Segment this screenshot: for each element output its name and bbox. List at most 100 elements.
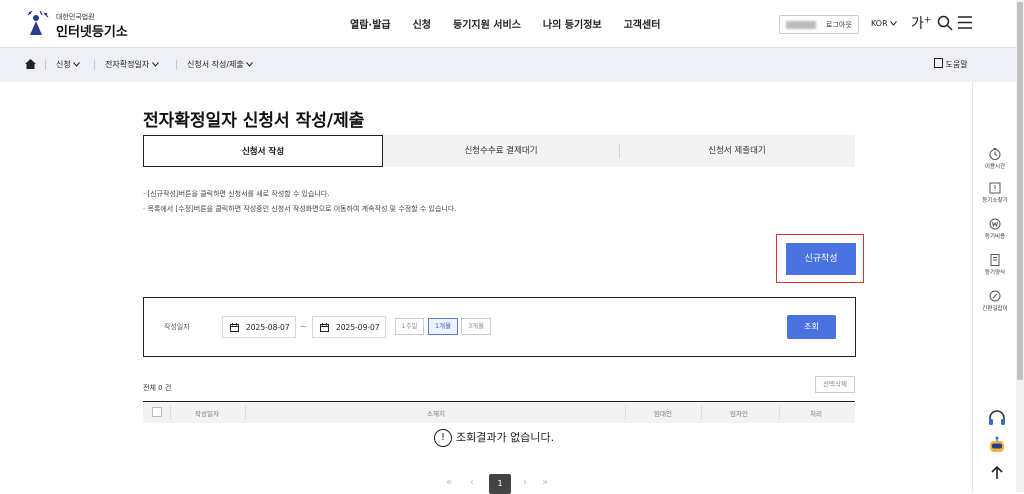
prev-page-button[interactable]: ‹ xyxy=(470,477,474,488)
total-count: 전체 0 건 xyxy=(143,383,171,393)
main-navigation: 열람·발급 신청 등기지원 서비스 나의 등기정보 고객센터 xyxy=(350,16,682,31)
date-from-field[interactable]: 2025-08-07 xyxy=(222,316,296,338)
column-header-lessor: 임대인 xyxy=(654,410,672,418)
breadcrumb: 신청 전자확정일자 신청서 작성/제출 도움말 xyxy=(0,48,1016,82)
quick-item-cost[interactable]: 등기비용 xyxy=(973,218,1017,240)
help-label: 도움말 xyxy=(945,60,968,69)
breadcrumb-item-write-submit[interactable]: 신청서 작성/제출 xyxy=(187,59,254,70)
new-button-highlight: 신규작성 xyxy=(776,234,864,283)
nav-item-apply[interactable]: 신청 xyxy=(413,16,431,31)
help-button[interactable]: 도움말 xyxy=(934,58,968,70)
quick-item-forms[interactable]: 등기양식 xyxy=(973,254,1017,276)
current-page[interactable]: 1 xyxy=(489,474,511,494)
font-size-button[interactable]: 가+ xyxy=(911,13,931,33)
home-icon[interactable] xyxy=(25,59,36,69)
date-from-value: 2025-08-07 xyxy=(246,323,290,332)
headset-icon[interactable] xyxy=(987,409,1007,429)
compass-icon xyxy=(989,290,1001,302)
date-range-separator: ~ xyxy=(300,322,307,331)
column-divider xyxy=(625,405,626,420)
quick-item-label: 이용시간 xyxy=(984,164,1006,170)
select-all-checkbox[interactable] xyxy=(152,407,162,417)
font-size-label: 가 xyxy=(911,16,924,32)
last-page-button[interactable]: » xyxy=(542,477,548,488)
breadcrumb-label: 신청 xyxy=(56,60,71,69)
chevron-down-icon xyxy=(246,62,254,67)
quick-item-hours[interactable]: 이용시간 xyxy=(973,148,1017,170)
tab-fee-payment[interactable]: 신청수수료 결제대기 xyxy=(383,135,619,167)
breadcrumb-divider xyxy=(45,60,46,70)
coin-icon xyxy=(989,218,1001,230)
column-header-lessee: 임차인 xyxy=(730,410,748,418)
period-1-month-button[interactable]: 1개월 xyxy=(428,318,458,335)
chatbot-icon[interactable] xyxy=(987,435,1007,455)
total-unit: 건 xyxy=(164,384,172,392)
site-logo[interactable]: 대한민국법원 인터넷등기소 xyxy=(26,9,136,40)
page-title: 전자확정일자 신청서 작성/제출 xyxy=(143,111,365,131)
user-box: 로그아웃 xyxy=(779,15,859,34)
hamburger-menu-icon[interactable] xyxy=(958,16,972,29)
clock-icon xyxy=(989,148,1001,160)
scrollbar[interactable] xyxy=(1016,0,1024,492)
language-label: KOR xyxy=(871,19,888,28)
calendar-icon xyxy=(320,323,329,332)
quick-item-label: 간편길잡이 xyxy=(982,306,1008,312)
tab-bar: 신청서 작성 신청수수료 결제대기 신청서 제출대기 xyxy=(143,135,855,167)
scrollbar-thumb[interactable] xyxy=(1017,2,1023,380)
plus-icon: + xyxy=(923,15,932,26)
scroll-top-icon[interactable] xyxy=(987,463,1007,483)
nav-item-customer-center[interactable]: 고객센터 xyxy=(624,16,661,31)
tab-submit-pending[interactable]: 신청서 제출대기 xyxy=(619,135,855,167)
period-1-week-button[interactable]: 1주일 xyxy=(395,318,424,335)
header: 대한민국법원 인터넷등기소 열람·발급 신청 등기지원 서비스 나의 등기정보 … xyxy=(0,0,1016,48)
map-icon xyxy=(989,182,1001,194)
calendar-icon xyxy=(230,323,239,332)
user-name-blurred xyxy=(786,21,816,29)
breadcrumb-divider xyxy=(94,60,95,70)
date-to-value: 2025-09-07 xyxy=(336,323,380,332)
breadcrumb-label: 신청서 작성/제출 xyxy=(187,60,244,69)
nav-item-view-issue[interactable]: 열람·발급 xyxy=(350,16,391,31)
search-button[interactable]: 조회 xyxy=(787,315,836,339)
column-header-status: 처리 xyxy=(810,410,822,418)
delete-selected-button[interactable]: 선택삭제 xyxy=(815,376,855,393)
quick-item-find-office[interactable]: 등기소찾기 xyxy=(973,182,1017,204)
date-to-field[interactable]: 2025-09-07 xyxy=(312,316,386,338)
breadcrumb-item-apply[interactable]: 신청 xyxy=(56,59,81,70)
chevron-down-icon xyxy=(151,62,159,67)
notice-line: · [신규작성]버튼을 클릭하면 신청서를 새로 작성할 수 있습니다. xyxy=(143,190,330,198)
column-header-location: 소재지 xyxy=(427,410,445,418)
nav-item-my-info[interactable]: 나의 등기정보 xyxy=(543,16,602,31)
first-page-button[interactable]: « xyxy=(446,477,452,488)
logo-title: 인터넷등기소 xyxy=(56,25,128,40)
logout-button[interactable]: 로그아웃 xyxy=(826,20,852,30)
new-application-button[interactable]: 신규작성 xyxy=(786,243,856,275)
breadcrumb-label: 전자확정일자 xyxy=(105,60,150,69)
empty-message: 조회결과가 없습니다. xyxy=(456,431,555,444)
language-selector[interactable]: KOR xyxy=(871,19,898,28)
notice-line: · 목록에서 [수정]버튼을 클릭하면 작성중인 신청서 작성화면으로 이동하여… xyxy=(143,205,457,213)
quick-item-guide[interactable]: 간편길잡이 xyxy=(973,290,1017,312)
breadcrumb-divider xyxy=(176,60,177,70)
quick-item-label: 등기비용 xyxy=(984,234,1006,240)
empty-result: ! 조회결과가 없습니다. xyxy=(434,429,554,447)
nav-item-support[interactable]: 등기지원 서비스 xyxy=(453,16,521,31)
column-divider xyxy=(245,405,246,420)
tab-write[interactable]: 신청서 작성 xyxy=(143,135,383,167)
total-label: 전체 xyxy=(143,384,156,392)
form-icon xyxy=(990,254,1000,266)
period-3-month-button[interactable]: 3개월 xyxy=(461,318,491,335)
column-divider xyxy=(701,405,702,420)
column-header-date: 작성일자 xyxy=(195,410,219,418)
search-icon[interactable] xyxy=(937,15,953,31)
column-divider xyxy=(170,405,171,420)
quick-item-label: 등기소찾기 xyxy=(982,198,1008,204)
column-divider xyxy=(779,405,780,420)
breadcrumb-item-e-confirm[interactable]: 전자확정일자 xyxy=(105,59,159,70)
right-quick-menu: 이용시간 등기소찾기 등기비용 등기양식 간편길잡이 xyxy=(972,82,1016,492)
total-value: 0 xyxy=(158,384,163,392)
court-logo-icon xyxy=(27,10,49,35)
next-page-button[interactable]: › xyxy=(523,477,527,488)
quick-item-label: 등기양식 xyxy=(984,270,1006,276)
table-header: 작성일자 소재지 임대인 임차인 처리 xyxy=(143,401,855,423)
